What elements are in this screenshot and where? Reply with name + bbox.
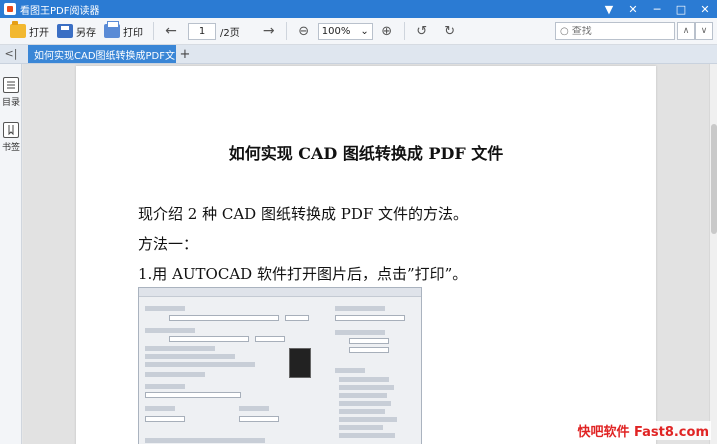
search-input[interactable] — [571, 25, 672, 37]
embedded-row — [239, 406, 269, 411]
open-label: 打开 — [29, 27, 49, 39]
embedded-row — [339, 417, 397, 422]
embedded-row — [339, 433, 395, 438]
embedded-row — [339, 401, 391, 406]
print-label: 打印 — [123, 27, 143, 39]
embedded-field — [349, 347, 389, 353]
toolbar-divider — [285, 22, 287, 40]
sidebar: 目录 书签 — [0, 64, 22, 444]
search-prev-button[interactable]: ∧ — [677, 22, 695, 40]
app-logo-icon — [4, 3, 16, 15]
sidebar-item-label: 目录 — [1, 98, 20, 108]
tab-bar: <| 如何实现CAD图纸转换成PDF文 × + — [0, 45, 717, 64]
next-page-button[interactable]: → — [258, 20, 280, 42]
rotate-left-button[interactable]: ↺ — [411, 20, 433, 42]
vertical-scrollbar[interactable] — [709, 64, 717, 444]
embedded-row — [335, 368, 365, 373]
fullscreen-button[interactable]: ✕ — [621, 0, 645, 18]
zoom-select[interactable]: 100% ⌄ — [317, 22, 373, 40]
embedded-row — [145, 362, 255, 367]
maximize-button[interactable]: □ — [669, 0, 693, 18]
document-paragraph: 现介绍 2 种 CAD 图纸转换成 PDF 文件的方法。 — [138, 205, 469, 223]
embedded-row — [339, 385, 394, 390]
toolbar-divider — [153, 22, 154, 40]
scrollbar-thumb[interactable] — [711, 124, 717, 234]
zoom-in-button[interactable]: ⊕ — [376, 20, 398, 42]
embedded-row — [145, 306, 185, 311]
sidebar-item-label: 书签 — [1, 143, 20, 153]
folder-icon — [10, 21, 26, 38]
title-bar: 看图王PDF阅读器 ▼ ✕ ─ □ ✕ — [0, 0, 717, 18]
pdf-page: 如何实现 CAD 图纸转换成 PDF 文件 现介绍 2 种 CAD 图纸转换成 … — [76, 66, 656, 444]
embedded-row — [145, 346, 215, 351]
sidebar-item-bookmarks[interactable]: 书签 — [0, 122, 22, 153]
document-tab[interactable]: 如何实现CAD图纸转换成PDF文 × — [28, 45, 176, 63]
embedded-dialog-titlebar — [139, 288, 421, 297]
open-button[interactable]: 打开 — [6, 20, 53, 42]
embedded-row — [145, 406, 175, 411]
chevron-down-icon: ⌄ — [360, 25, 369, 37]
watermark: 快吧软件 Fast8.com — [575, 421, 711, 440]
search-next-button[interactable]: ∨ — [695, 22, 713, 40]
save-as-label: 另存 — [76, 27, 96, 39]
embedded-row — [145, 372, 205, 377]
embedded-row — [145, 328, 195, 333]
prev-page-button[interactable]: ← — [160, 20, 182, 42]
embedded-row — [339, 409, 385, 414]
search-icon: ○ — [560, 25, 569, 37]
toolbar-divider — [403, 22, 405, 40]
save-as-button[interactable]: 另存 — [53, 20, 100, 42]
print-dialog-screenshot — [138, 287, 422, 444]
embedded-row — [335, 306, 385, 311]
search-box: ○ — [555, 22, 675, 40]
window-controls: ▼ ✕ ─ □ ✕ — [597, 0, 717, 18]
menu-dropdown-button[interactable]: ▼ — [597, 0, 621, 18]
collapse-sidebar-button[interactable]: <| — [0, 44, 22, 63]
embedded-row — [339, 425, 383, 430]
embedded-row — [145, 354, 235, 359]
print-button[interactable]: 打印 — [100, 20, 147, 42]
new-tab-button[interactable]: + — [176, 45, 194, 63]
embedded-row — [339, 393, 387, 398]
embedded-row — [339, 377, 389, 382]
window-title: 看图王PDF阅读器 — [20, 5, 100, 17]
document-paragraph: 1.用 AUTOCAD 软件打开图片后，点击”打印”。 — [138, 265, 468, 283]
embedded-row — [335, 330, 385, 335]
embedded-preview-thumbnail — [289, 348, 311, 378]
close-button[interactable]: ✕ — [693, 0, 717, 18]
embedded-field — [335, 315, 405, 321]
search-nav: ∧ ∨ — [677, 22, 713, 40]
embedded-field — [349, 338, 389, 344]
embedded-field — [169, 315, 279, 321]
embedded-field — [145, 416, 185, 422]
embedded-field — [169, 336, 249, 342]
page-total: /2页 — [220, 27, 240, 39]
zoom-out-button[interactable]: ⊖ — [293, 20, 315, 42]
floppy-disk-icon — [57, 24, 73, 38]
embedded-field — [285, 315, 309, 321]
document-paragraph: 方法一： — [138, 235, 199, 253]
minimize-button[interactable]: ─ — [645, 0, 669, 18]
list-icon — [3, 77, 19, 93]
embedded-row — [145, 438, 265, 443]
rotate-right-button[interactable]: ↻ — [439, 20, 461, 42]
document-title: 如何实现 CAD 图纸转换成 PDF 文件 — [228, 144, 504, 163]
document-tab-label: 如何实现CAD图纸转换成PDF文 — [34, 50, 176, 62]
toolbar: 打开 另存 打印 ← 1 /2页 → ⊖ 100% ⌄ ⊕ ↺ ↻ ○ ∧ ∨ — [0, 18, 717, 45]
embedded-field — [145, 392, 241, 398]
sidebar-item-toc[interactable]: 目录 — [0, 77, 22, 108]
embedded-field — [239, 416, 279, 422]
page-number-input[interactable]: 1 — [188, 22, 216, 40]
document-viewport[interactable]: 如何实现 CAD 图纸转换成 PDF 文件 现介绍 2 种 CAD 图纸转换成 … — [23, 64, 709, 444]
embedded-row — [145, 384, 185, 389]
printer-icon — [104, 21, 120, 38]
embedded-field — [255, 336, 285, 342]
zoom-value: 100% — [321, 25, 351, 37]
bookmark-icon — [3, 122, 19, 138]
